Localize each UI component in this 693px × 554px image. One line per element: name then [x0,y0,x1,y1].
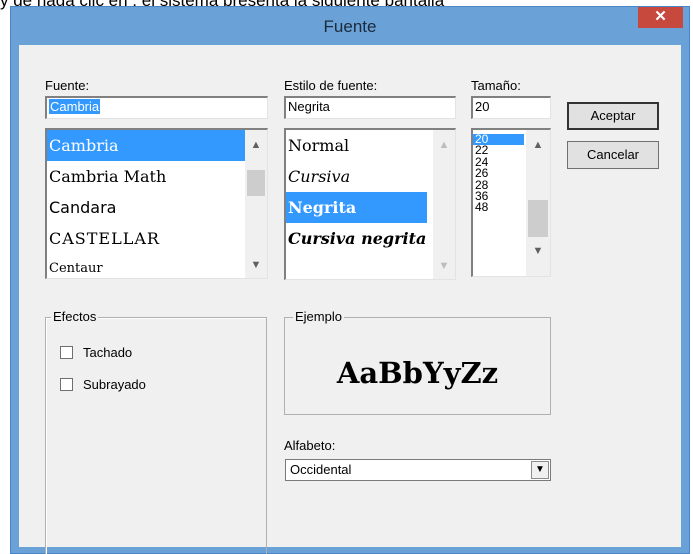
list-item-size[interactable]: 24 [473,157,524,168]
font-list[interactable]: Cambria Cambria Math Candara CASTELLAR C… [45,128,268,279]
list-item-style[interactable]: Negrita [286,192,427,223]
font-dialog: Fuente ✕ Fuente: Cambria Cambria Cambria… [10,6,690,554]
list-item-font[interactable]: CASTELLAR [47,223,245,254]
size-list[interactable]: 20 22 24 26 28 36 48 ▲ ▼ [471,128,551,277]
style-list-scrollbar[interactable]: ▲ ▼ [433,130,455,279]
list-item-font[interactable]: Centaur [47,254,245,278]
list-item-style[interactable]: Cursiva [286,161,427,192]
dialog-client: Fuente: Cambria Cambria Cambria Math Can… [19,45,681,554]
font-style-input[interactable]: Negrita [284,96,456,119]
accept-button[interactable]: Aceptar [567,102,659,130]
strikeout-label: Tachado [83,345,133,360]
list-item-size[interactable]: 20 [473,134,524,146]
list-item-size[interactable]: 22 [473,145,524,156]
list-item-style[interactable]: Cursiva negrita [286,223,427,254]
style-list-items: Normal Cursiva Negrita Cursiva negrita [286,130,427,279]
cancel-button[interactable]: Cancelar [567,141,659,169]
script-value: Occidental [290,462,352,477]
list-item-style[interactable]: Normal [286,130,427,161]
list-item-size[interactable]: 36 [473,191,524,202]
size-list-scrollbar[interactable]: ▲ ▼ [526,130,550,276]
sample-preview: AaBbYyZz [336,356,499,390]
font-size-value: 20 [475,99,490,114]
font-list-items: Cambria Cambria Math Candara CASTELLAR C… [47,130,245,278]
effects-legend: Efectos [51,309,99,324]
triangle-down-icon[interactable]: ▼ [531,461,549,479]
chevron-up-icon[interactable]: ▲ [245,136,267,154]
list-item-size[interactable]: 48 [473,202,524,213]
dialog-title: Fuente [323,17,377,36]
list-item-font[interactable]: Candara [47,192,245,223]
script-label: Alfabeto: [284,438,336,453]
list-item-size[interactable]: 26 [473,168,524,179]
font-style-value: Negrita [288,99,330,114]
script-select[interactable]: Occidental ▼ [285,459,551,481]
list-item-font[interactable]: Cambria Math [47,161,245,192]
underline-label: Subrayado [83,377,146,392]
list-item-font[interactable]: Cambria [47,130,245,161]
effects-group: Efectos Tachado Subrayado [45,309,267,554]
chevron-down-icon[interactable]: ▼ [433,257,455,275]
underline-checkbox[interactable] [60,378,73,391]
chevron-up-icon[interactable]: ▲ [433,136,455,154]
style-list[interactable]: Normal Cursiva Negrita Cursiva negrita ▲… [284,128,456,280]
scroll-thumb[interactable] [528,200,548,237]
chevron-up-icon[interactable]: ▲ [526,136,550,154]
size-list-items: 20 22 24 26 28 36 48 [473,134,524,276]
close-button[interactable]: ✕ [638,7,683,28]
scroll-thumb[interactable] [247,170,265,196]
size-label: Tamaño: [471,78,521,93]
font-name-input[interactable]: Cambria [45,96,268,119]
sample-legend: Ejemplo [293,309,344,324]
close-icon: ✕ [654,8,667,25]
chevron-down-icon[interactable]: ▼ [245,256,267,274]
titlebar[interactable]: Fuente ✕ [11,7,689,45]
font-name-value: Cambria [49,99,101,114]
sample-group: Ejemplo AaBbYyZz [284,309,551,415]
strikeout-option[interactable]: Tachado [60,345,132,360]
font-size-input[interactable]: 20 [471,96,551,119]
list-item-size[interactable]: 28 [473,180,524,191]
strikeout-checkbox[interactable] [60,346,73,359]
style-label: Estilo de fuente: [284,78,378,93]
font-list-scrollbar[interactable]: ▲ ▼ [245,130,267,278]
font-label: Fuente: [45,78,90,93]
underline-option[interactable]: Subrayado [60,377,146,392]
chevron-down-icon[interactable]: ▼ [526,242,550,260]
